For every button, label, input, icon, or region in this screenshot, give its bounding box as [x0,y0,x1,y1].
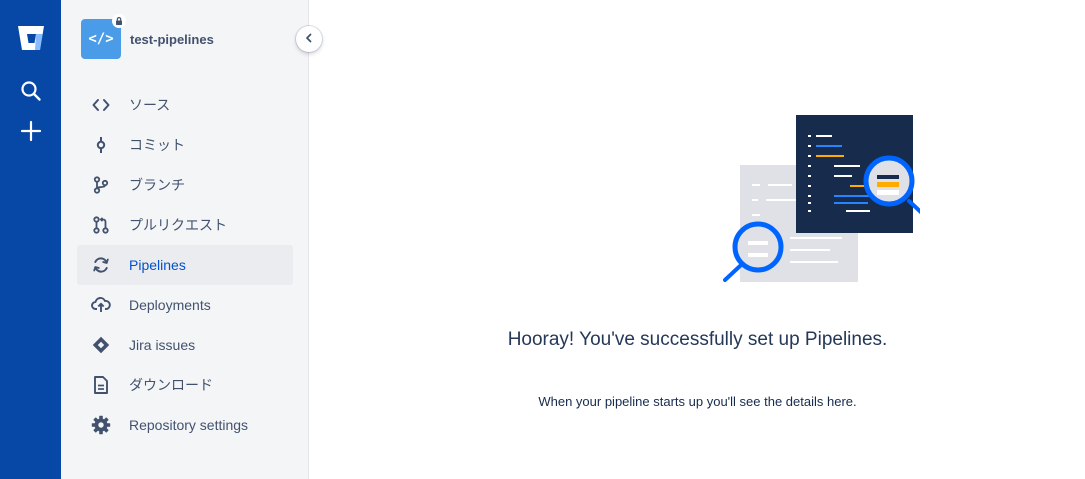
branch-icon [91,175,111,195]
pull-request-icon [91,215,111,235]
empty-state-description: When your pipeline starts up you'll see … [538,394,857,409]
sidebar-item-label: ソース [129,97,171,113]
repo-name[interactable]: test-pipelines [130,32,214,47]
repo-avatar-glyph: </> [88,31,114,47]
sidebar-item-label: ブランチ [129,177,185,193]
collapse-sidebar-button[interactable] [296,26,322,52]
sidebar-item-label: Repository settings [129,417,249,433]
jira-icon [91,335,111,355]
sidebar-item-label: ダウンロード [129,377,213,393]
empty-state-title: Hooray! You've successfully set up Pipel… [507,329,888,350]
sidebar-item-commits[interactable]: コミット [77,125,293,165]
repo-header[interactable]: </> test-pipelines [81,14,214,59]
bitbucket-logo-icon[interactable] [0,20,61,56]
sidebar-item-repository-settings[interactable]: Repository settings [77,405,293,445]
sidebar-item-label: Jira issues [129,337,196,353]
sidebar-item-label: Pipelines [129,257,186,273]
sidebar-item-pipelines[interactable]: Pipelines [77,245,293,285]
pipelines-icon [91,255,111,275]
sidebar-item-label: コミット [129,137,185,153]
sidebar-item-deployments[interactable]: Deployments [77,285,293,325]
lock-icon [112,14,126,28]
sidebar-item-downloads[interactable]: ダウンロード [77,365,293,405]
sidebar-item-jira-issues[interactable]: Jira issues [77,325,293,365]
plus-icon[interactable] [0,116,61,146]
sidebar-item-source[interactable]: ソース [77,85,293,125]
chevron-left-icon [304,30,314,48]
sidebar-item-branches[interactable]: ブランチ [77,165,293,205]
repo-avatar: </> [81,14,126,59]
pipelines-empty-state-illustration [720,110,925,290]
sidebar-item-pull-requests[interactable]: プルリクエスト [77,205,293,245]
code-icon [91,95,111,115]
main-content: Hooray! You've successfully set up Pipel… [310,0,1085,479]
commit-icon [91,135,111,155]
sidebar-nav: ソース コミット ブランチ プルリクエスト Pipelines Deployme… [77,85,293,445]
sidebar-item-label: Deployments [129,297,211,313]
cloud-upload-icon [91,295,111,315]
gear-icon [91,415,111,435]
sidebar-item-label: プルリクエスト [129,217,227,233]
global-nav [0,0,61,479]
repo-sidebar: </> test-pipelines ソース コミット ブランチ プルリクエスト… [61,0,309,479]
download-file-icon [91,375,111,395]
search-icon[interactable] [0,76,61,106]
